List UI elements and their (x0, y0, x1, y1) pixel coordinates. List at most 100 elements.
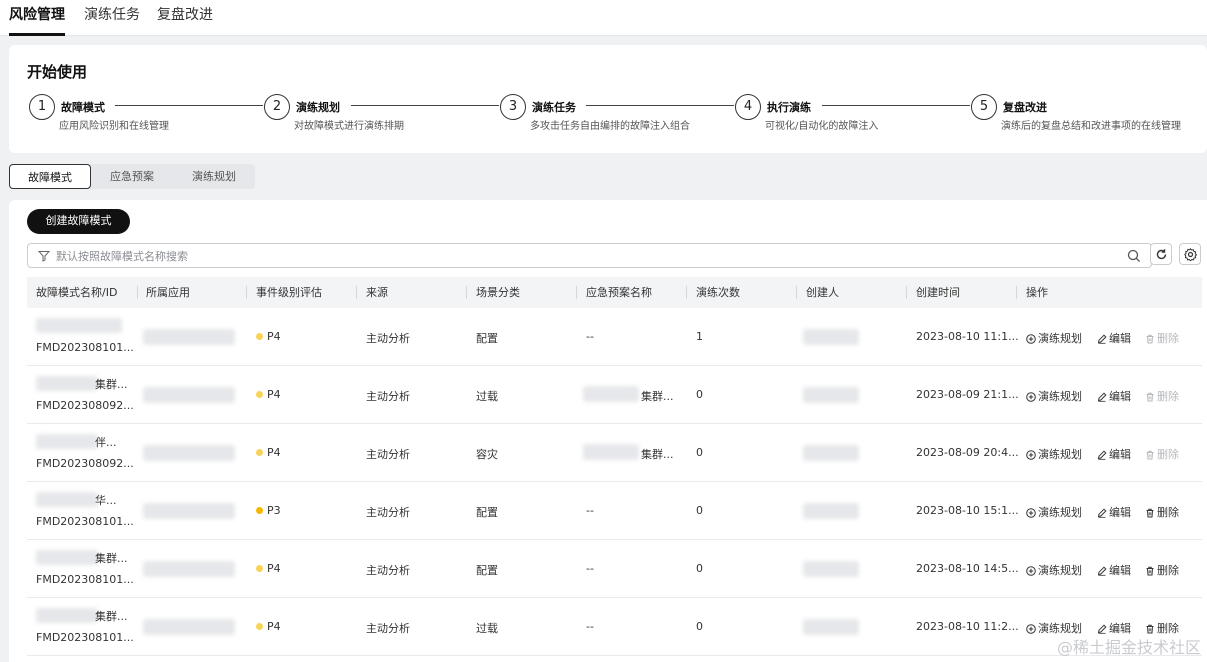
seg-tab-drill-plan[interactable]: 演练规划 (173, 164, 255, 189)
emergency-plan-name: -- (586, 330, 594, 343)
fault-mode-name[interactable]: 集群... (95, 376, 128, 392)
drill-count: 0 (696, 446, 703, 459)
redacted-app (143, 329, 235, 345)
edit-action[interactable]: 编辑 (1097, 446, 1131, 462)
level-dot (256, 391, 263, 398)
event-level: P4 (256, 446, 281, 459)
fault-mode-id: FMD202308101... (36, 631, 134, 644)
drill-plan-action[interactable]: 演练规划 (1026, 504, 1082, 520)
col-divider (796, 286, 797, 299)
col-divider (137, 286, 138, 299)
tab-drill-tasks[interactable]: 演练任务 (84, 6, 140, 36)
col-created-time: 创建时间 (916, 286, 960, 299)
search-icon[interactable] (1127, 249, 1141, 263)
trash-icon (1146, 334, 1154, 344)
drill-plan-action[interactable]: 演练规划 (1026, 562, 1082, 578)
table-row[interactable]: 集群... FMD202308101... P4 主动分析 过载 -- 0 2023-08-1… (27, 598, 1202, 656)
event-level: P4 (256, 388, 281, 401)
action-label: 演练规划 (1038, 448, 1082, 461)
level-dot (256, 333, 263, 340)
level-text: P4 (267, 620, 281, 633)
scene-category: 配置 (476, 332, 498, 345)
event-level: P4 (256, 620, 281, 633)
fault-mode-id: FMD202308092... (36, 457, 134, 470)
table-row[interactable]: 集群... FMD202308092... P4 主动分析 过载 集群... 0 2023-0… (27, 366, 1202, 424)
delete-action[interactable]: 删除 (1145, 562, 1179, 578)
seg-tab-emergency-plan[interactable]: 应急预案 (91, 164, 173, 189)
event-level: P3 (256, 504, 281, 517)
drill-plan-action[interactable]: 演练规划 (1026, 388, 1082, 404)
step-name: 复盘改进 (1003, 101, 1047, 114)
table-row[interactable]: FMD202308101... P4 主动分析 配置 -- 1 2023-08-10 11:… (27, 308, 1202, 366)
fault-mode-id: FMD202308101... (36, 341, 134, 354)
level-dot (256, 623, 263, 630)
drill-count: 0 (696, 562, 703, 575)
trash-icon (1146, 392, 1154, 402)
edit-action[interactable]: 编辑 (1097, 504, 1131, 520)
fault-mode-name[interactable]: 华... (95, 492, 117, 508)
emergency-plan-name[interactable]: 集群... (641, 388, 674, 404)
delete-action[interactable]: 删除 (1145, 504, 1179, 520)
drill-plan-action[interactable]: 演练规划 (1026, 330, 1082, 346)
step-number: 5 (971, 94, 997, 120)
edit-action[interactable]: 编辑 (1097, 562, 1131, 578)
action-label: 编辑 (1109, 390, 1131, 403)
level-dot (256, 507, 263, 514)
col-scene: 场景分类 (476, 286, 520, 299)
trash-icon (1146, 508, 1154, 518)
redacted-plan (583, 444, 639, 460)
fault-mode-name[interactable]: 集群... (95, 550, 128, 566)
tab-review-improve[interactable]: 复盘改进 (157, 6, 213, 36)
action-label: 删除 (1157, 332, 1179, 345)
event-level: P4 (256, 330, 281, 343)
edit-icon (1097, 566, 1107, 576)
action-label: 删除 (1157, 390, 1179, 403)
redacted-name (36, 550, 98, 565)
create-fault-mode-button[interactable]: 创建故障模式 (27, 209, 130, 234)
fault-mode-name[interactable]: 集群... (95, 608, 128, 624)
col-level: 事件级别评估 (256, 286, 322, 299)
step-name: 执行演练 (767, 101, 811, 114)
redacted-creator (803, 329, 859, 345)
level-dot (256, 449, 263, 456)
action-label: 删除 (1157, 506, 1179, 519)
edit-action[interactable]: 编辑 (1097, 330, 1131, 346)
step-connector (586, 105, 734, 106)
fault-mode-panel: 创建故障模式 故障模式名称/ID 所属应用 事件级别评估 来源 场景分类 应急预… (9, 200, 1207, 662)
settings-button[interactable] (1179, 243, 1201, 265)
redacted-app (143, 387, 235, 403)
step-name: 故障模式 (61, 101, 105, 114)
step-desc: 可视化/自动化的故障注入 (765, 121, 879, 132)
source: 主动分析 (366, 564, 410, 577)
drill-plan-action[interactable]: 演练规划 (1026, 446, 1082, 462)
emergency-plan-name: -- (586, 562, 594, 575)
getting-started-title: 开始使用 (27, 63, 88, 81)
step-desc: 对故障模式进行演练排期 (294, 121, 404, 132)
redacted-name (36, 434, 98, 449)
table-row[interactable]: 华... FMD202308101... P3 主动分析 配置 -- 0 2023-08-10… (27, 482, 1202, 540)
redacted-name (36, 376, 98, 391)
table-row[interactable]: 伴... FMD202308092... P4 主动分析 容灾 集群... 0 2023-08… (27, 424, 1202, 482)
filter-icon[interactable] (38, 250, 50, 262)
search-input[interactable] (56, 247, 1106, 265)
level-text: P3 (267, 504, 281, 517)
redacted-app (143, 445, 235, 461)
edit-action[interactable]: 编辑 (1097, 388, 1131, 404)
col-divider (1016, 286, 1017, 299)
fault-mode-id: FMD202308092... (36, 399, 134, 412)
emergency-plan-name[interactable]: 集群... (641, 446, 674, 462)
fault-mode-name[interactable]: 伴... (95, 434, 117, 450)
level-dot (256, 565, 263, 572)
step-name: 演练任务 (532, 101, 576, 114)
tab-risk-management[interactable]: 风险管理 (9, 6, 65, 36)
source: 主动分析 (366, 622, 410, 635)
redacted-name (36, 318, 122, 333)
table-row[interactable]: 集群... FMD202308101... P4 主动分析 配置 -- 0 2023-08-1… (27, 540, 1202, 598)
watermark: @稀土掘金技术社区 (1056, 638, 1201, 657)
step-connector (822, 105, 970, 106)
seg-tab-fault-mode[interactable]: 故障模式 (9, 164, 91, 189)
refresh-button[interactable] (1150, 243, 1172, 265)
emergency-plan-name: -- (586, 620, 594, 633)
col-divider (356, 286, 357, 299)
redacted-name (36, 492, 98, 507)
